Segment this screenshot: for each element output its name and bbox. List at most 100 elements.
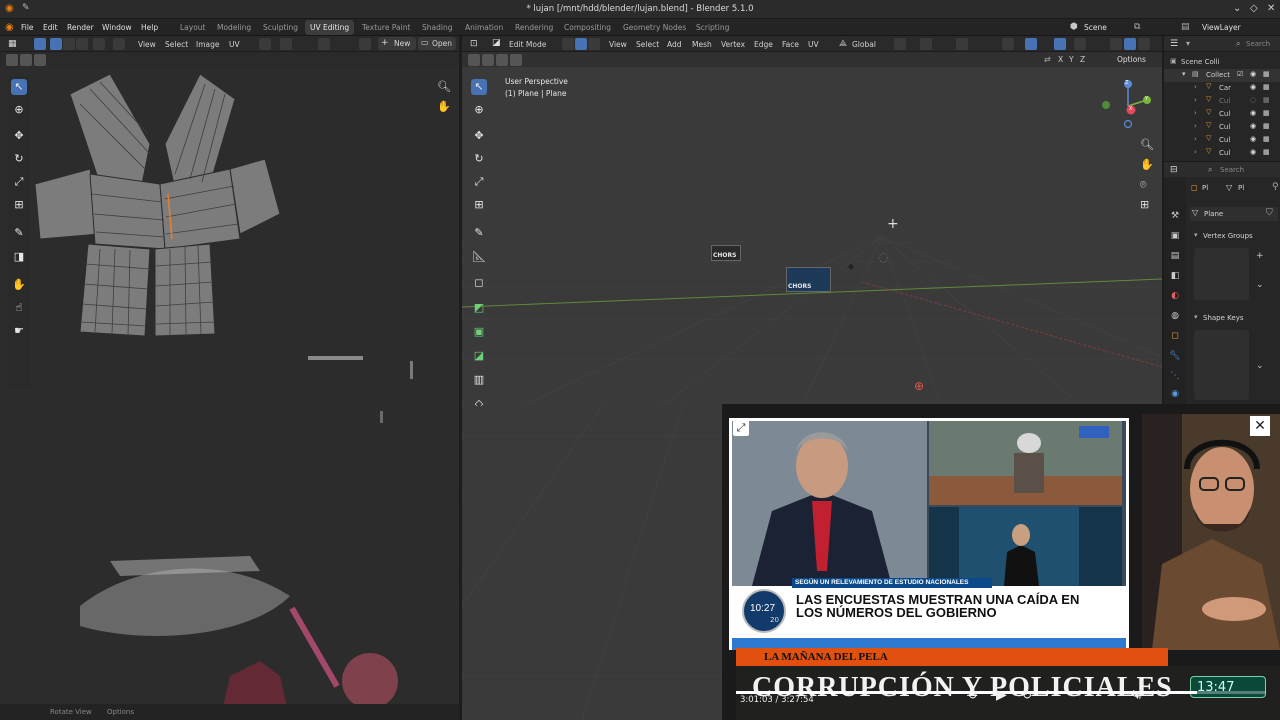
- island-select-icon[interactable]: [93, 38, 105, 50]
- shading-material-icon[interactable]: [1138, 38, 1150, 50]
- uv-editor[interactable]: ▦ View Select Image UV + New ▭ Open ↖ ⊕ …: [0, 36, 459, 720]
- tab-sculpting[interactable]: Sculpting: [258, 20, 303, 35]
- tab-rendering[interactable]: Rendering: [510, 20, 558, 35]
- expand-arrow-icon[interactable]: ›: [1194, 96, 1197, 104]
- mesh-name-field[interactable]: Plane: [1204, 210, 1223, 218]
- play-icon[interactable]: ▶: [996, 687, 1007, 703]
- physics-tab-icon[interactable]: ◉: [1168, 389, 1182, 403]
- vp-menu-mesh[interactable]: Mesh: [692, 40, 712, 49]
- viewport-lower-area[interactable]: [462, 406, 722, 720]
- expand-arrow-icon[interactable]: ›: [1194, 135, 1197, 143]
- shape-keys-list[interactable]: [1194, 330, 1249, 400]
- edge-mode-icon[interactable]: [575, 38, 587, 50]
- vp-menu-uv[interactable]: UV: [808, 40, 819, 49]
- collection-camera-icon[interactable]: ▦: [1263, 70, 1270, 78]
- forward-icon[interactable]: ↻: [1022, 688, 1032, 702]
- pivot-icon[interactable]: [259, 38, 271, 50]
- eye-icon[interactable]: ◉: [1250, 135, 1256, 143]
- outliner-collection[interactable]: ▾ ▤ Collect ☑ ◉ ▦: [1164, 69, 1280, 82]
- mirror-y[interactable]: Y: [1069, 55, 1074, 64]
- edge-select-icon[interactable]: [63, 38, 75, 50]
- annotate-tool-icon[interactable]: ✎: [11, 225, 27, 241]
- eye-icon[interactable]: ◉: [1250, 122, 1256, 130]
- camera-icon[interactable]: ▦: [1263, 122, 1270, 130]
- vp-pan-icon[interactable]: ✋: [1140, 158, 1154, 171]
- vertex-group-menu-icon[interactable]: ⌄: [1256, 280, 1264, 290]
- outliner-scene-collection[interactable]: ▣ Scene Colli: [1164, 56, 1280, 69]
- eye-closed-icon[interactable]: ◌: [1250, 96, 1256, 104]
- vp-camera-icon[interactable]: ⌾: [1140, 178, 1147, 192]
- collection-eye-icon[interactable]: ◉: [1250, 70, 1256, 78]
- rewind-icon[interactable]: ↺: [968, 688, 978, 702]
- shape-key-menu-icon[interactable]: ⌄: [1256, 361, 1264, 371]
- vp-zoom-icon[interactable]: 🔍︎: [1140, 138, 1154, 151]
- scale-tool-icon[interactable]: ⤢: [11, 174, 27, 190]
- mode-selector[interactable]: Edit Mode: [509, 40, 546, 49]
- extrude-tool-icon[interactable]: ◩: [471, 300, 487, 316]
- image-plane-2[interactable]: CHORS: [786, 267, 831, 292]
- eye-icon[interactable]: ◉: [1250, 109, 1256, 117]
- cursor-tool-icon[interactable]: ⊕: [11, 102, 27, 118]
- grab-tool-icon[interactable]: ✋: [11, 277, 27, 293]
- menu-render[interactable]: Render: [67, 23, 94, 32]
- vp-grid-icon[interactable]: ⊞: [1140, 198, 1149, 211]
- expand-arrow-icon[interactable]: ›: [1194, 122, 1197, 130]
- object-tab-icon[interactable]: ◻: [1168, 331, 1182, 345]
- particles-tab-icon[interactable]: ⋱: [1168, 371, 1182, 385]
- tab-geometry-nodes[interactable]: Geometry Nodes: [618, 20, 691, 35]
- tab-scripting[interactable]: Scripting: [691, 20, 734, 35]
- vertex-select-icon[interactable]: [50, 38, 62, 50]
- inset-tool-icon[interactable]: ▣: [471, 324, 487, 340]
- tab-layout[interactable]: Layout: [175, 20, 211, 35]
- view-layer-tab-icon[interactable]: ◧: [1168, 271, 1182, 285]
- outliner-item[interactable]: › ▽ Cul ◌ ▦: [1164, 95, 1280, 108]
- video-overlay[interactable]: SEGÚN UN RELEVAMIENTO DE ESTUDIO NACIONA…: [722, 404, 1280, 720]
- outliner-item[interactable]: › ▽ Cul ◉ ▦: [1164, 147, 1280, 160]
- bevel-tool-icon[interactable]: ◪: [471, 348, 487, 364]
- output-tab-icon[interactable]: ▤: [1168, 251, 1182, 265]
- snapping-icon[interactable]: [920, 38, 932, 50]
- expand-arrow-icon[interactable]: ▾: [1182, 70, 1186, 78]
- visibility-icon[interactable]: [1002, 38, 1014, 50]
- vp-move-tool-icon[interactable]: ✥: [471, 128, 487, 144]
- properties-search-input[interactable]: Search: [1220, 166, 1244, 174]
- expand-pip-icon[interactable]: ⤢: [733, 420, 749, 436]
- uv-mode-icon[interactable]: [113, 38, 125, 50]
- mirror-z[interactable]: Z: [1080, 55, 1085, 64]
- overlay-toggle-icon[interactable]: [1054, 38, 1066, 50]
- uv-mesh[interactable]: [30, 74, 285, 340]
- expand-arrow-icon[interactable]: ›: [1194, 83, 1197, 91]
- view-layer-selector[interactable]: ViewLayer: [1202, 23, 1241, 32]
- shading-solid-icon[interactable]: [1124, 38, 1136, 50]
- select-mode-subtract-icon[interactable]: [496, 54, 508, 66]
- tab-compositing[interactable]: Compositing: [559, 20, 616, 35]
- uv-menu-view[interactable]: View: [138, 40, 156, 49]
- outliner-item[interactable]: › ▽ Car ◉ ▦: [1164, 82, 1280, 95]
- image-browse-icon[interactable]: [359, 38, 371, 50]
- orientation-selector[interactable]: Global: [852, 40, 876, 49]
- vp-menu-face[interactable]: Face: [782, 40, 799, 49]
- eye-icon[interactable]: ◉: [1250, 148, 1256, 156]
- rotate-tool-icon[interactable]: ↻: [11, 151, 27, 167]
- mirror-icon[interactable]: ⇄: [1044, 55, 1051, 64]
- tool-tab-icon[interactable]: ⚒: [1168, 211, 1182, 225]
- mesh-datablock[interactable]: ▽ Plane ⛉: [1190, 207, 1278, 221]
- mirror-x[interactable]: X: [1058, 55, 1063, 64]
- collection-checkbox-icon[interactable]: ☑: [1237, 70, 1243, 78]
- vp-cursor-tool-icon[interactable]: ⊕: [471, 102, 487, 118]
- gizmo-toggle-icon[interactable]: [1025, 38, 1037, 50]
- face-mode-icon[interactable]: [588, 38, 600, 50]
- rip-tool-icon[interactable]: ◨: [11, 249, 27, 265]
- vertex-mode-icon[interactable]: [562, 38, 574, 50]
- menu-file[interactable]: File: [21, 23, 34, 32]
- tab-modeling[interactable]: Modeling: [212, 20, 256, 35]
- properties-editor-icon[interactable]: ⊟: [1170, 165, 1178, 175]
- expand-arrow-icon[interactable]: ›: [1194, 148, 1197, 156]
- editor-type-icon-3d[interactable]: ⊡: [470, 39, 478, 49]
- camera-icon[interactable]: ▦: [1263, 96, 1270, 104]
- menu-window[interactable]: Window: [102, 23, 132, 32]
- face-select-icon[interactable]: [76, 38, 88, 50]
- proportional-icon[interactable]: [956, 38, 968, 50]
- xray-icon[interactable]: [1074, 38, 1086, 50]
- scene-tab-icon[interactable]: ◐: [1168, 291, 1182, 305]
